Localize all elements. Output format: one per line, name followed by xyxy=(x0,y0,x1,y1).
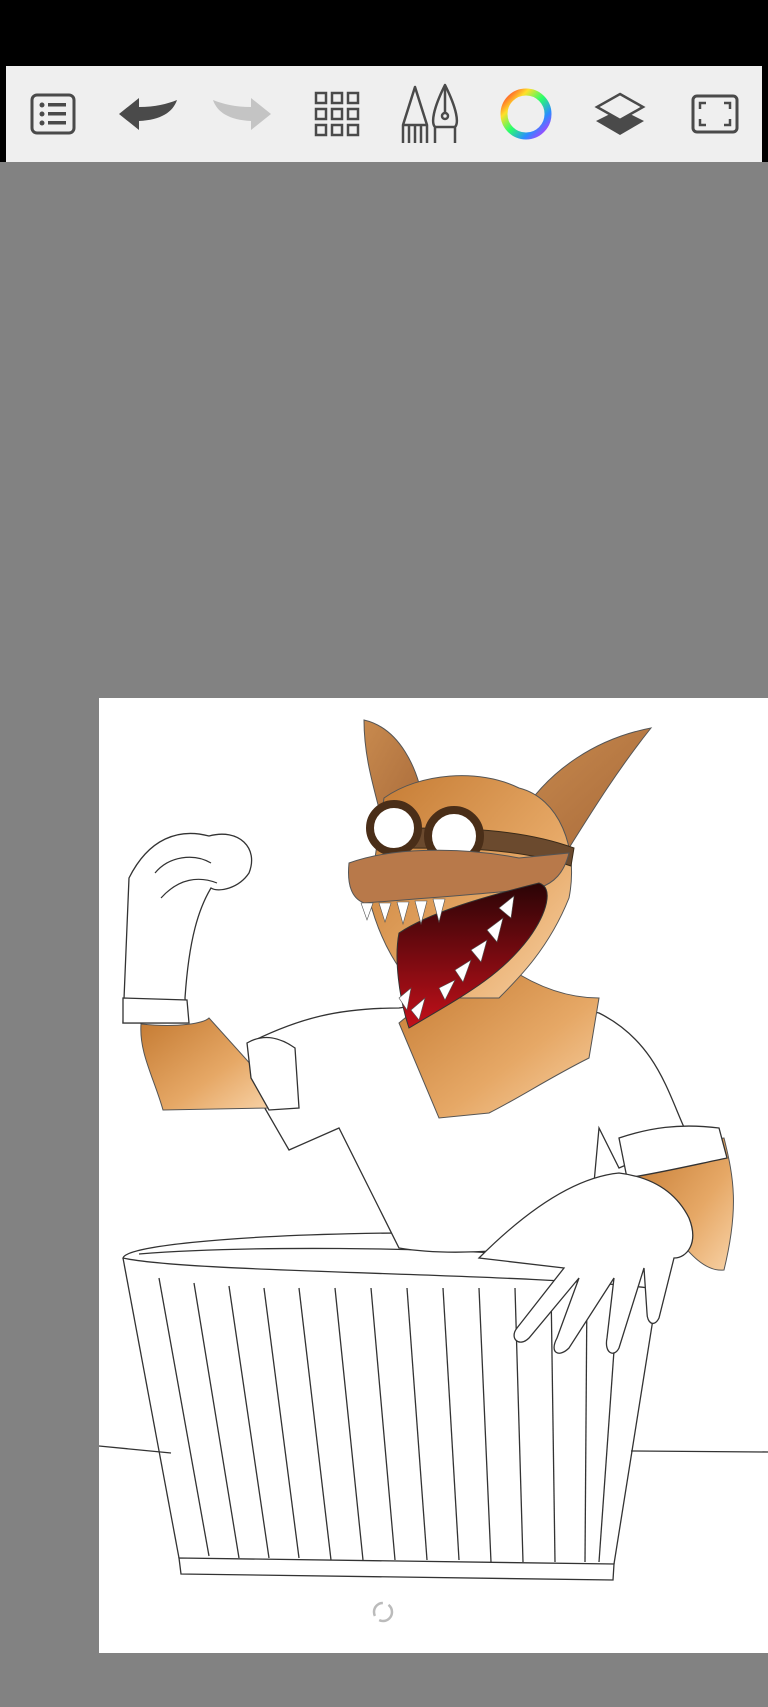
fullscreen-icon xyxy=(691,94,739,134)
layers-button[interactable] xyxy=(584,78,656,150)
artwork xyxy=(99,719,768,1623)
workspace[interactable] xyxy=(0,162,768,1707)
grid-button[interactable] xyxy=(301,78,373,150)
status-bar xyxy=(0,0,768,66)
layers-icon xyxy=(594,92,646,135)
list-icon xyxy=(30,93,76,135)
grid-icon xyxy=(314,91,359,137)
undo-arrow-icon xyxy=(118,98,177,130)
toolbar xyxy=(6,66,762,162)
color-wheel-icon xyxy=(500,88,552,140)
undo-button[interactable] xyxy=(112,78,184,150)
redo-button[interactable] xyxy=(206,78,278,150)
color-button[interactable] xyxy=(490,78,562,150)
drawing-canvas[interactable] xyxy=(99,698,768,1653)
brush-button[interactable] xyxy=(395,78,467,150)
redo-arrow-icon xyxy=(213,98,272,130)
menu-button[interactable] xyxy=(17,78,89,150)
fullscreen-button[interactable] xyxy=(679,78,751,150)
pencil-pen-icon xyxy=(402,83,459,143)
